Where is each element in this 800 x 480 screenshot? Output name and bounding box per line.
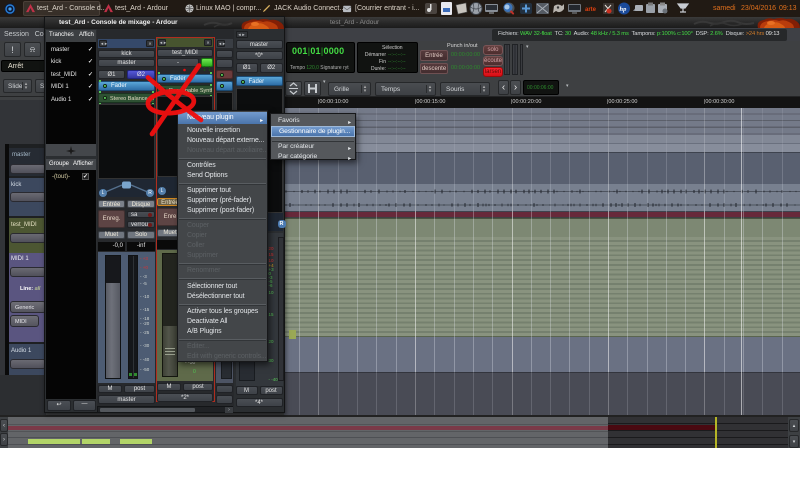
svg-text:arte: arte bbox=[585, 7, 597, 13]
svg-text:hp: hp bbox=[620, 6, 628, 13]
